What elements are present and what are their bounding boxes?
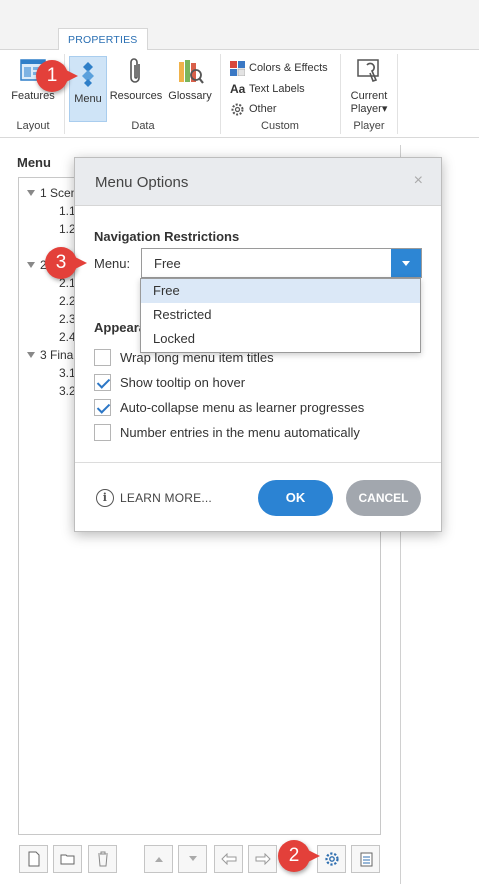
dialog-title: Menu Options [95, 174, 189, 191]
clipboard-list-icon [360, 852, 372, 867]
other-button[interactable]: Other [230, 100, 277, 118]
option-restricted[interactable]: Restricted [141, 303, 420, 327]
learn-more-link[interactable]: i LEARN MORE... [96, 489, 212, 507]
glossary-icon [175, 56, 205, 86]
current-player-label-2: Player▾ [350, 103, 388, 115]
group-divider [220, 54, 221, 134]
ok-button[interactable]: OK [258, 480, 333, 516]
gear-icon [324, 852, 339, 866]
tooltip-option[interactable]: Show tooltip on hover [94, 372, 245, 392]
resources-button[interactable]: Resources [109, 54, 163, 114]
current-player-button[interactable]: Current Player▾ [344, 54, 394, 115]
move-down-button[interactable] [178, 845, 207, 873]
menu-restriction-value: Free [154, 256, 181, 271]
option-free[interactable]: Free [141, 279, 420, 303]
arrow-up-icon [154, 857, 163, 862]
tab-properties[interactable]: PROPERTIES [58, 28, 148, 51]
option-locked[interactable]: Locked [141, 327, 420, 351]
other-label: Other [249, 103, 277, 115]
learn-more-label: LEARN MORE... [120, 491, 212, 505]
glossary-label: Glossary [168, 90, 212, 102]
tooltip-label: Show tooltip on hover [120, 374, 246, 390]
menu-restriction-dropdown: Free Restricted Locked [140, 278, 421, 353]
tree-item[interactable]: 1 Scen [27, 186, 77, 200]
glossary-button[interactable]: Glossary [166, 54, 214, 114]
number-entries-option[interactable]: Number entries in the menu automatically [94, 422, 360, 442]
auto-collapse-label: Auto-collapse menu as learner progresses [120, 399, 365, 415]
close-icon[interactable]: × [414, 172, 423, 190]
text-labels-icon: Aa [230, 82, 246, 96]
expand-icon[interactable] [27, 190, 35, 196]
group-label-player: Player [353, 120, 385, 132]
gear-icon [231, 103, 244, 115]
colors-icon [230, 60, 245, 76]
group-label-custom: Custom [261, 120, 299, 132]
navigation-restrictions-heading: Navigation Restrictions [94, 229, 240, 244]
folder-icon [60, 854, 74, 865]
callout-1: 1 [36, 60, 78, 92]
text-labels-label: Text Labels [249, 83, 305, 95]
callout-2: 2 [278, 840, 320, 872]
arrow-down-icon [188, 856, 197, 861]
auto-collapse-checkbox[interactable] [94, 398, 111, 416]
resources-label: Resources [109, 90, 163, 102]
cancel-button[interactable]: CANCEL [346, 480, 421, 516]
move-up-button[interactable] [144, 845, 173, 873]
tree-item[interactable]: 2 [27, 258, 47, 272]
player-icon [354, 56, 384, 86]
number-entries-checkbox[interactable] [94, 423, 111, 441]
chevron-down-icon[interactable] [391, 249, 421, 277]
colors-effects-label: Colors & Effects [249, 62, 328, 74]
auto-collapse-option[interactable]: Auto-collapse menu as learner progresses [94, 397, 364, 417]
arrow-left-icon [220, 853, 236, 865]
text-labels-button[interactable]: Aa Text Labels [230, 80, 305, 98]
menu-restriction-label: Menu: [94, 256, 131, 271]
group-divider [340, 54, 341, 134]
open-button[interactable] [53, 845, 82, 873]
expand-icon[interactable] [27, 352, 35, 358]
tree-item[interactable]: 3 Fina [27, 348, 73, 362]
callout-3: 3 [45, 247, 87, 279]
menu-options-button[interactable] [317, 845, 346, 873]
info-icon: i [96, 489, 114, 507]
menu-button[interactable]: Menu [69, 56, 107, 122]
menu-label: Menu [74, 93, 102, 105]
ribbon-body: Features Layout Menu Resources Glossary … [0, 50, 479, 138]
paperclip-icon [121, 56, 151, 86]
indent-button[interactable] [248, 845, 277, 873]
new-page-icon [28, 851, 39, 867]
delete-button[interactable] [88, 845, 117, 873]
arrow-right-icon [255, 853, 271, 865]
colors-effects-button[interactable]: Colors & Effects [230, 59, 328, 77]
menu-restriction-select[interactable]: Free [141, 248, 422, 278]
group-label-layout: Layout [16, 120, 50, 132]
group-divider [397, 54, 398, 134]
dialog-header: Menu Options × [75, 158, 441, 206]
trash-icon [97, 851, 108, 867]
group-label-data: Data [131, 120, 155, 132]
outdent-button[interactable] [214, 845, 243, 873]
new-item-button[interactable] [19, 845, 48, 873]
current-player-label-1: Current [350, 90, 388, 102]
expand-icon[interactable] [27, 262, 35, 268]
wrap-titles-checkbox[interactable] [94, 348, 111, 366]
menu-panel-title: Menu [17, 155, 51, 170]
appearance-heading: Appeara [94, 320, 147, 335]
reset-menu-button[interactable] [351, 845, 380, 873]
tooltip-checkbox[interactable] [94, 373, 111, 391]
dialog-footer-divider [75, 462, 441, 463]
number-entries-label: Number entries in the menu automatically [120, 424, 360, 440]
